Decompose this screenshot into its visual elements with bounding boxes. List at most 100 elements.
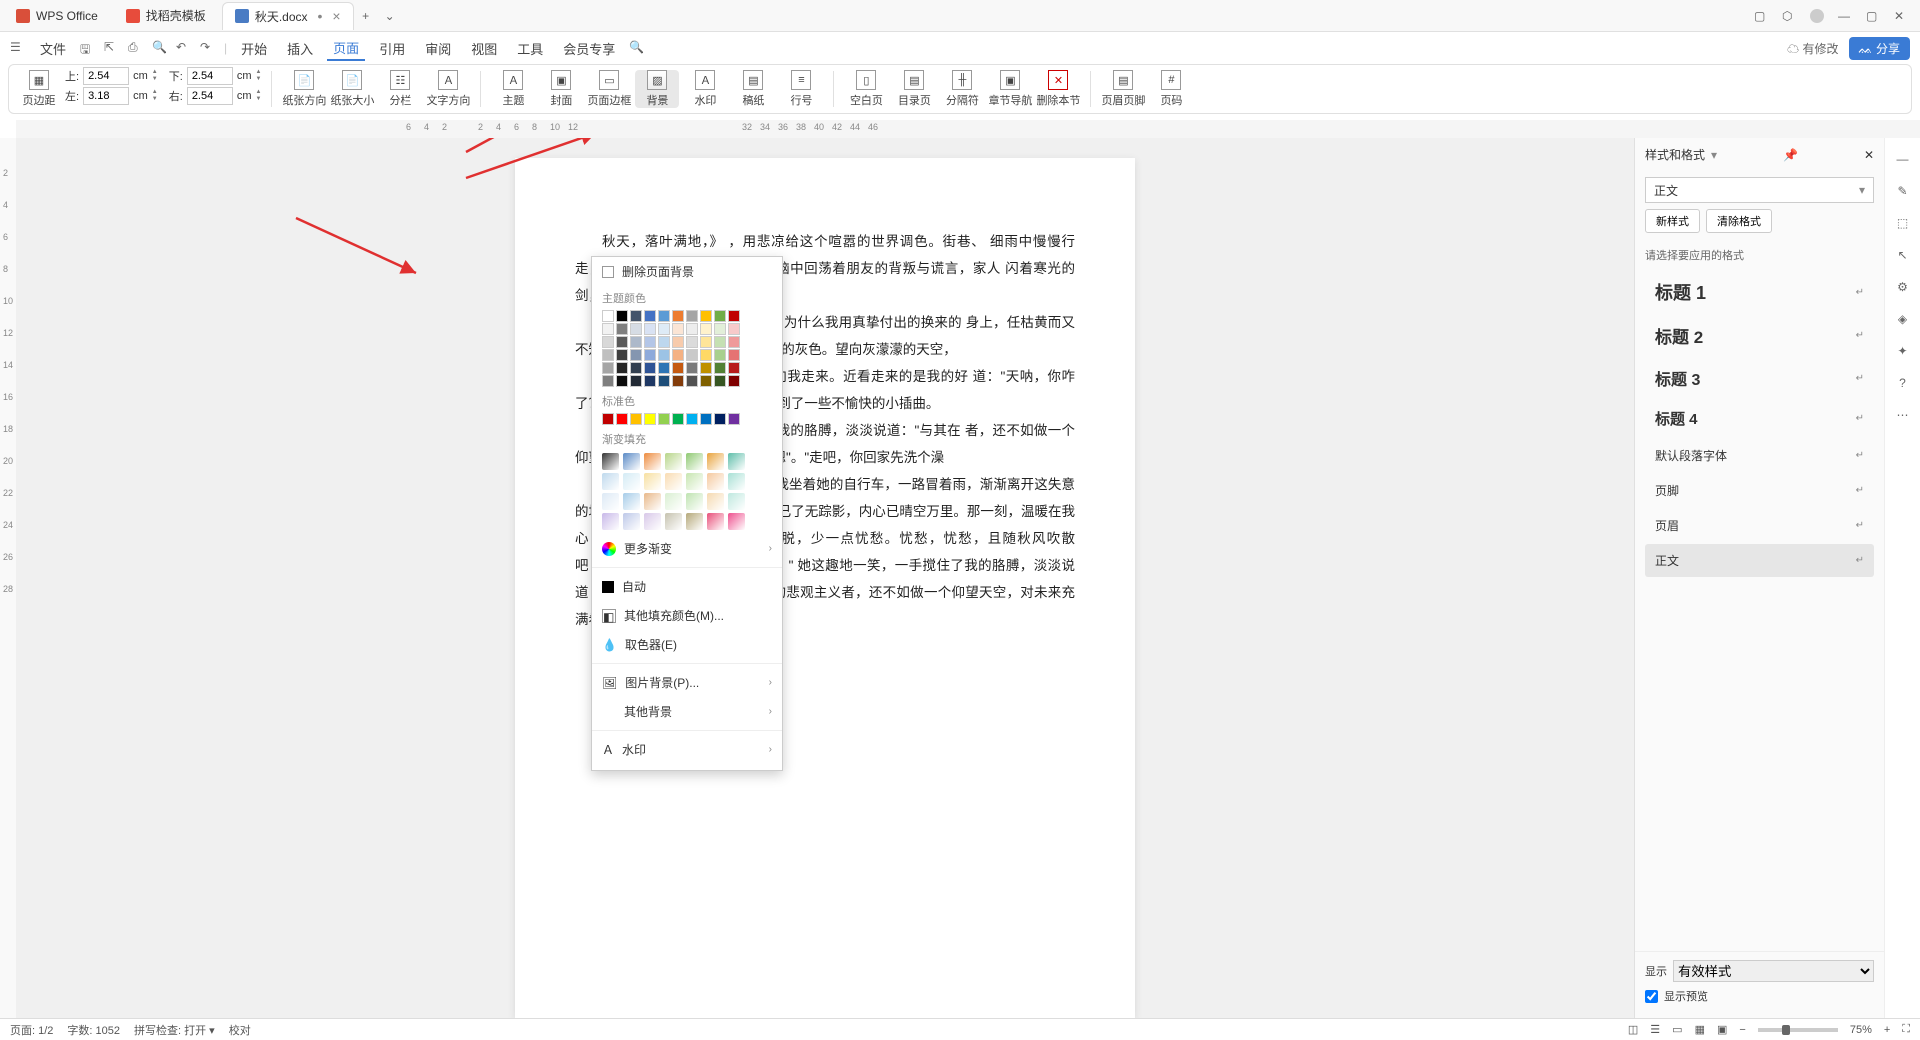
color-picker-item[interactable]: 💧取色器(E) [592,630,782,659]
color-swatch[interactable] [700,413,712,425]
maximize-button[interactable]: ▢ [1866,9,1880,23]
close-icon[interactable]: × [332,8,340,24]
toc-page-button[interactable]: ▤目录页 [892,70,936,108]
page-number-button[interactable]: #页码 [1149,70,1193,108]
fit-icon[interactable]: ⛶ [1902,1023,1910,1036]
color-swatch[interactable] [672,323,684,335]
word-count[interactable]: 字数: 1052 [67,1022,120,1038]
settings-icon[interactable]: ⚙ [1894,278,1912,296]
help-icon[interactable]: ? [1894,374,1912,392]
gradient-swatch[interactable] [602,513,619,530]
cover-button[interactable]: ▣封面 [539,70,583,108]
style-item[interactable]: 标题 2↵ [1645,315,1874,356]
margins-button[interactable]: ▦页边距 [17,70,61,108]
color-swatch[interactable] [700,375,712,387]
style-item[interactable]: 正文↵ [1645,544,1874,577]
gradient-swatch[interactable] [644,453,661,470]
color-swatch[interactable] [728,323,740,335]
page-border-button[interactable]: ▭页面边框 [587,70,631,108]
menu-tools[interactable]: 工具 [511,37,549,60]
color-swatch[interactable] [630,349,642,361]
style-item[interactable]: 页脚↵ [1645,474,1874,507]
color-swatch[interactable] [616,310,628,322]
paper-style-button[interactable]: ▤稿纸 [731,70,775,108]
spinner[interactable]: ▲▼ [152,69,158,83]
color-swatch[interactable] [686,413,698,425]
more-gradient-item[interactable]: 更多渐变› [592,534,782,563]
color-swatch[interactable] [714,336,726,348]
spellcheck-status[interactable]: 拼写检查: 打开 ▾ [134,1022,215,1038]
color-swatch[interactable] [602,349,614,361]
layers-icon[interactable]: ◈ [1894,310,1912,328]
gradient-swatch[interactable] [602,453,619,470]
color-swatch[interactable] [602,413,614,425]
new-style-button[interactable]: 新样式 [1645,209,1700,233]
menu-insert[interactable]: 插入 [281,37,319,60]
color-swatch[interactable] [644,362,656,374]
margin-bottom-input[interactable] [187,67,233,85]
color-swatch[interactable] [602,336,614,348]
menu-icon[interactable]: ☰ [10,40,26,56]
color-swatch[interactable] [602,323,614,335]
other-fill-item[interactable]: ◧其他填充颜色(M)... [592,601,782,630]
menu-page[interactable]: 页面 [327,36,365,61]
chapter-nav-button[interactable]: ▣章节导航 [988,70,1032,108]
color-swatch[interactable] [686,336,698,348]
page-break-button[interactable]: ╫分隔符 [940,70,984,108]
color-swatch[interactable] [630,336,642,348]
spinner[interactable]: ▲▼ [152,89,158,103]
gradient-swatch[interactable] [665,513,682,530]
view-icon[interactable]: ☰ [1650,1023,1660,1036]
tab-wps-home[interactable]: WPS Office [4,2,110,30]
color-swatch[interactable] [644,413,656,425]
gradient-swatch[interactable] [686,513,703,530]
gradient-swatch[interactable] [602,473,619,490]
delete-section-button[interactable]: ✕删除本节 [1036,70,1080,108]
menu-review[interactable]: 审阅 [419,37,457,60]
style-item[interactable]: 标题 3↵ [1645,358,1874,398]
gradient-swatch[interactable] [707,453,724,470]
gradient-swatch[interactable] [728,513,745,530]
gradient-swatch[interactable] [728,453,745,470]
view-icon[interactable]: ▭ [1672,1023,1682,1036]
color-swatch[interactable] [602,362,614,374]
proofread-status[interactable]: 校对 [229,1022,251,1038]
color-swatch[interactable] [658,375,670,387]
theme-button[interactable]: Ａ主题 [491,70,535,108]
view-icon[interactable]: ◫ [1628,1023,1638,1036]
color-swatch[interactable] [630,413,642,425]
style-item[interactable]: 默认段落字体↵ [1645,439,1874,472]
color-swatch[interactable] [658,349,670,361]
tools-icon[interactable]: ✦ [1894,342,1912,360]
orientation-button[interactable]: 📄纸张方向 [282,70,326,108]
color-swatch[interactable] [686,310,698,322]
header-footer-button[interactable]: ▤页眉页脚 [1101,70,1145,108]
gradient-swatch[interactable] [665,473,682,490]
gradient-swatch[interactable] [707,513,724,530]
tab-menu-button[interactable]: ⌄ [378,9,402,23]
cloud-status[interactable]: ☁ 有修改 [1787,40,1838,57]
more-icon[interactable]: ⋯ [1894,406,1912,424]
color-swatch[interactable] [644,336,656,348]
avatar-icon[interactable] [1810,9,1824,23]
clear-format-button[interactable]: 清除格式 [1706,209,1772,233]
color-swatch[interactable] [658,310,670,322]
color-swatch[interactable] [658,336,670,348]
style-item[interactable]: 页眉↵ [1645,509,1874,542]
color-swatch[interactable] [700,310,712,322]
picture-bg-item[interactable]: 🖼图片背景(P)...› [592,668,782,697]
search-icon[interactable]: 🔍 [629,40,645,56]
pencil-icon[interactable]: ✎ [1894,182,1912,200]
color-swatch[interactable] [616,336,628,348]
color-swatch[interactable] [672,362,684,374]
text-direction-button[interactable]: Ａ文字方向 [426,70,470,108]
menu-ref[interactable]: 引用 [373,37,411,60]
color-swatch[interactable] [714,375,726,387]
color-swatch[interactable] [616,323,628,335]
view-icon[interactable]: ▣ [1717,1023,1727,1036]
color-swatch[interactable] [602,375,614,387]
collapse-icon[interactable]: — [1894,150,1912,168]
gradient-swatch[interactable] [623,473,640,490]
gradient-swatch[interactable] [644,513,661,530]
gradient-swatch[interactable] [686,493,703,510]
